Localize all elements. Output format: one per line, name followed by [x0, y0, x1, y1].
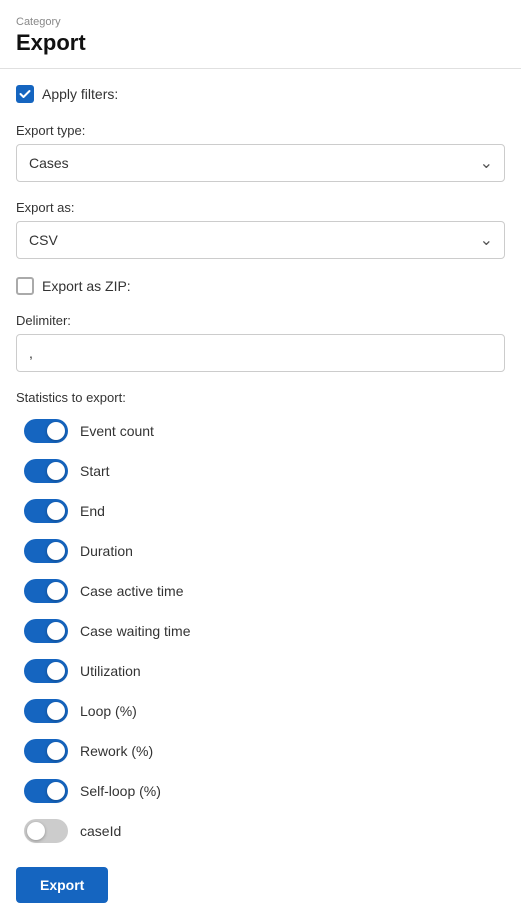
- toggle-track-end: [24, 499, 68, 523]
- toggle-case-active-time[interactable]: [24, 579, 68, 603]
- toggle-thumb-start: [47, 462, 65, 480]
- toggle-row-loop: Loop (%): [16, 699, 505, 723]
- export-as-select[interactable]: CSV Excel JSON: [16, 221, 505, 259]
- toggle-thumb-case-id: [27, 822, 45, 840]
- toggle-track-duration: [24, 539, 68, 563]
- export-as-select-wrapper: CSV Excel JSON ⌄: [16, 221, 505, 259]
- toggle-label-case-active-time: Case active time: [80, 583, 183, 599]
- apply-filters-checkbox[interactable]: [16, 85, 34, 103]
- toggle-rework[interactable]: [24, 739, 68, 763]
- delimiter-input[interactable]: [16, 334, 505, 372]
- toggle-case-id[interactable]: [24, 819, 68, 843]
- toggle-event-count[interactable]: [24, 419, 68, 443]
- apply-filters-label: Apply filters:: [42, 86, 118, 102]
- export-as-label: Export as:: [16, 200, 505, 215]
- export-button[interactable]: Export: [16, 867, 108, 903]
- toggle-thumb-event-count: [47, 422, 65, 440]
- toggle-label-end: End: [80, 503, 105, 519]
- toggle-thumb-loop: [47, 702, 65, 720]
- toggle-row-duration: Duration: [16, 539, 505, 563]
- toggle-thumb-case-waiting-time: [47, 622, 65, 640]
- toggle-self-loop[interactable]: [24, 779, 68, 803]
- toggle-row-case-waiting-time: Case waiting time: [16, 619, 505, 643]
- toggle-track-utilization: [24, 659, 68, 683]
- toggle-track-event-count: [24, 419, 68, 443]
- export-zip-row: Export as ZIP:: [16, 277, 505, 295]
- toggle-case-waiting-time[interactable]: [24, 619, 68, 643]
- toggle-utilization[interactable]: [24, 659, 68, 683]
- toggle-row-self-loop: Self-loop (%): [16, 779, 505, 803]
- toggle-track-rework: [24, 739, 68, 763]
- delimiter-group: Delimiter:: [16, 313, 505, 372]
- toggle-thumb-end: [47, 502, 65, 520]
- toggle-label-utilization: Utilization: [80, 663, 141, 679]
- export-zip-checkbox[interactable]: [16, 277, 34, 295]
- export-type-group: Export type: Cases Events Activities ⌄: [16, 123, 505, 182]
- toggle-row-start: Start: [16, 459, 505, 483]
- toggle-track-loop: [24, 699, 68, 723]
- toggle-row-utilization: Utilization: [16, 659, 505, 683]
- toggle-label-rework: Rework (%): [80, 743, 153, 759]
- export-type-label: Export type:: [16, 123, 505, 138]
- toggle-label-start: Start: [80, 463, 110, 479]
- toggle-thumb-rework: [47, 742, 65, 760]
- toggle-thumb-duration: [47, 542, 65, 560]
- toggle-row-end: End: [16, 499, 505, 523]
- toggle-duration[interactable]: [24, 539, 68, 563]
- toggle-row-rework: Rework (%): [16, 739, 505, 763]
- toggle-row-case-active-time: Case active time: [16, 579, 505, 603]
- export-zip-label: Export as ZIP:: [42, 278, 131, 294]
- statistics-label: Statistics to export:: [16, 390, 505, 405]
- toggle-track-self-loop: [24, 779, 68, 803]
- export-as-group: Export as: CSV Excel JSON ⌄: [16, 200, 505, 259]
- toggle-end[interactable]: [24, 499, 68, 523]
- toggle-start[interactable]: [24, 459, 68, 483]
- page-header: Category Export: [0, 0, 521, 69]
- toggle-thumb-case-active-time: [47, 582, 65, 600]
- checkmark-icon: [19, 88, 31, 100]
- toggle-label-case-id: caseId: [80, 823, 121, 839]
- toggle-label-duration: Duration: [80, 543, 133, 559]
- toggle-row-case-id: caseId: [16, 819, 505, 843]
- toggle-track-start: [24, 459, 68, 483]
- statistics-section: Statistics to export: Event count Start En…: [16, 390, 505, 843]
- toggle-track-case-active-time: [24, 579, 68, 603]
- export-type-select-wrapper: Cases Events Activities ⌄: [16, 144, 505, 182]
- toggle-row-event-count: Event count: [16, 419, 505, 443]
- toggle-label-event-count: Event count: [80, 423, 154, 439]
- page-title: Export: [16, 30, 505, 56]
- statistics-toggle-list: Event count Start End Duration Case active t…: [16, 419, 505, 843]
- export-type-select[interactable]: Cases Events Activities: [16, 144, 505, 182]
- toggle-thumb-utilization: [47, 662, 65, 680]
- toggle-track-case-waiting-time: [24, 619, 68, 643]
- toggle-track-case-id: [24, 819, 68, 843]
- toggle-thumb-self-loop: [47, 782, 65, 800]
- toggle-label-self-loop: Self-loop (%): [80, 783, 161, 799]
- toggle-loop[interactable]: [24, 699, 68, 723]
- delimiter-label: Delimiter:: [16, 313, 505, 328]
- toggle-label-case-waiting-time: Case waiting time: [80, 623, 191, 639]
- category-label: Category: [16, 16, 505, 28]
- toggle-label-loop: Loop (%): [80, 703, 137, 719]
- apply-filters-row: Apply filters:: [16, 85, 505, 103]
